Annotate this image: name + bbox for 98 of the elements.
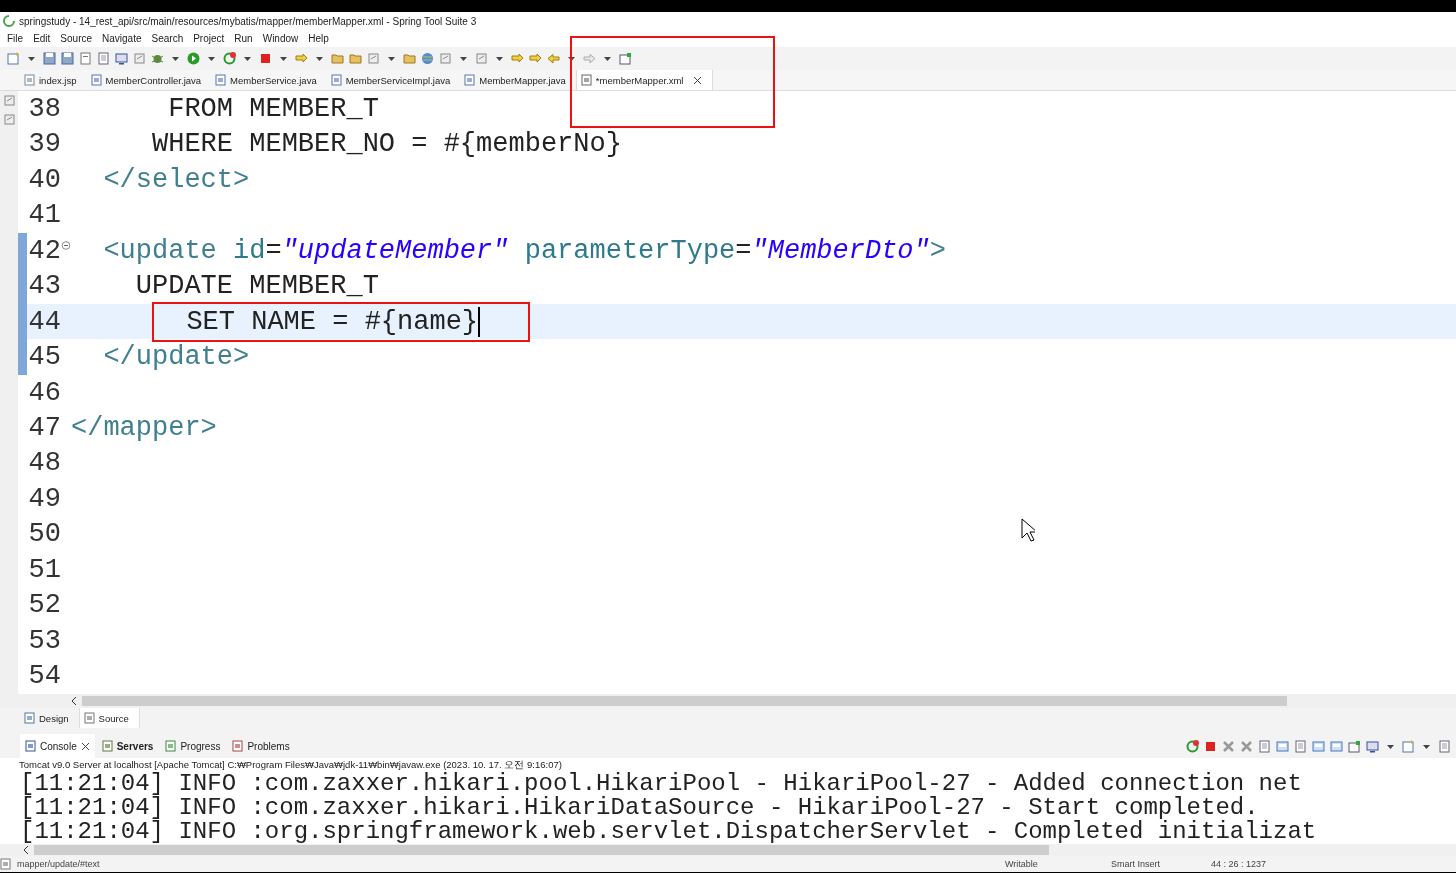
- window-icon[interactable]: [1347, 738, 1362, 754]
- code-line: </update>: [103, 342, 250, 373]
- line-number: 40: [27, 164, 61, 195]
- fold-icon[interactable]: [61, 240, 71, 250]
- line-number: 51: [27, 554, 61, 585]
- code-line: <update id="updateMember" parameterType="MemberDto">: [103, 235, 946, 266]
- remove-icon[interactable]: [1239, 738, 1254, 754]
- editor-tab[interactable]: index.jsp: [20, 70, 87, 90]
- line-number: 38: [27, 93, 61, 124]
- editor-tab[interactable]: *memberMapper.xml: [575, 70, 714, 90]
- editor-tab[interactable]: MemberController.java: [86, 70, 212, 90]
- line-number: 41: [27, 200, 61, 231]
- code-line: </select>: [103, 164, 250, 195]
- app-logo-icon: [3, 15, 15, 27]
- line-number: 48: [27, 448, 61, 479]
- refresh-icon[interactable]: [1185, 738, 1200, 754]
- scrollbar-thumb[interactable]: [34, 845, 1049, 855]
- menu-item[interactable]: Run: [229, 33, 258, 44]
- file-icon: [83, 712, 95, 724]
- folder-icon[interactable]: [348, 51, 363, 66]
- line-number: 52: [27, 590, 61, 621]
- panel-tab[interactable]: Problems: [227, 734, 295, 758]
- line-number: 42: [27, 235, 61, 266]
- console-line: [11:21:04] INFO :com.zaxxer.hikari.HikariDataSource - HikariPool-27 - Start completed.: [20, 796, 1259, 820]
- panel-icon[interactable]: [1311, 738, 1326, 754]
- document-icon[interactable]: [1293, 738, 1308, 754]
- code-line: SET NAME = #{name}: [186, 306, 479, 337]
- editor-tab[interactable]: MemberService.java: [211, 70, 327, 90]
- status-path: mapper/update/#text: [16, 859, 101, 869]
- close-icon[interactable]: [693, 75, 703, 85]
- document-icon[interactable]: [96, 51, 111, 66]
- file-icon: [580, 74, 592, 86]
- scrollbar-thumb[interactable]: [82, 696, 1287, 706]
- run-icon[interactable]: [186, 51, 201, 66]
- status-position: 44 : 26 : 1237: [1210, 859, 1268, 869]
- editor-tab[interactable]: MemberMapper.java: [460, 70, 576, 90]
- status-insert: Smart Insert: [1110, 859, 1161, 869]
- panel-icon[interactable]: [1329, 738, 1344, 754]
- line-number: 39: [27, 129, 61, 160]
- panel-tab[interactable]: Servers: [96, 734, 159, 758]
- refresh-icon[interactable]: [222, 51, 237, 66]
- monitor-icon[interactable]: [114, 51, 129, 66]
- status-mode: Writable: [1004, 859, 1039, 869]
- console-line: [11:21:04] INFO :org.springframework.web.servlet.DispatcherServlet - Completed initializat: [20, 820, 1318, 844]
- code-line: WHERE MEMBER_NO = #{memberNo}: [152, 129, 622, 160]
- console-header: Tomcat v9.0 Server at localhost [Apache Tomcat] C:₩Program Files₩Java₩jdk-11₩bin₩javaw.exe (2023. 10. 17. 오전 9:16:07): [18, 758, 563, 772]
- line-number: 50: [27, 519, 61, 550]
- menu-item[interactable]: Navigate: [97, 33, 147, 44]
- line-number: 43: [27, 271, 61, 302]
- panel-tab[interactable]: Progress: [160, 734, 226, 758]
- file-icon: [25, 740, 36, 752]
- document-icon[interactable]: [1257, 738, 1272, 754]
- document-icon[interactable]: [78, 51, 93, 66]
- scroll-left-icon[interactable]: [22, 845, 30, 855]
- save-icon[interactable]: [42, 51, 57, 66]
- file-icon: [215, 74, 227, 86]
- code-line: FROM MEMBER_T: [168, 93, 379, 124]
- editor-tab[interactable]: MemberServiceImpl.java: [326, 70, 461, 90]
- console-line: [11:21:04] INFO :com.zaxxer.hikari.pool.HikariPool - HikariPool-27 - Added connection net: [20, 772, 1303, 796]
- file-icon: [330, 74, 342, 86]
- file-icon: [232, 740, 244, 752]
- view-tab[interactable]: Design: [20, 708, 79, 728]
- stop-icon[interactable]: [258, 51, 273, 66]
- save-icon[interactable]: [60, 51, 75, 66]
- file-icon: [90, 74, 102, 86]
- close-icon[interactable]: [80, 741, 90, 751]
- line-number: 54: [27, 661, 61, 692]
- line-number: 53: [27, 625, 61, 656]
- line-number: 46: [27, 377, 61, 408]
- file-icon: [24, 74, 35, 86]
- line-number: 44: [27, 306, 61, 337]
- menu-item[interactable]: Edit: [28, 33, 56, 44]
- file-icon: [101, 740, 113, 752]
- file-icon: [464, 74, 476, 86]
- mouse-pointer-icon: [1021, 518, 1035, 542]
- menu-item[interactable]: Search: [146, 33, 189, 44]
- remove-icon[interactable]: [1221, 738, 1236, 754]
- window-title: springstudy - 14_rest_api/src/main/resources/mybatis/mapper/memberMapper.xml - Spring Tool Suite 3: [19, 15, 477, 27]
- code-line: UPDATE MEMBER_T: [135, 271, 379, 302]
- menu-item[interactable]: Project: [188, 33, 230, 44]
- line-number: 45: [27, 342, 61, 373]
- menu-item[interactable]: Source: [55, 33, 98, 44]
- monitor-icon[interactable]: [1365, 738, 1380, 754]
- menu-item[interactable]: File: [2, 33, 29, 44]
- view-tab[interactable]: Source: [78, 708, 140, 728]
- line-number: 49: [27, 483, 61, 514]
- scroll-left-icon[interactable]: [70, 696, 78, 706]
- menu-item[interactable]: Window: [257, 33, 304, 44]
- panel-icon[interactable]: [1275, 738, 1290, 754]
- panel-tab[interactable]: Console: [20, 734, 95, 758]
- line-number: 47: [27, 413, 61, 443]
- globe-icon[interactable]: [420, 51, 435, 66]
- file-icon: [24, 712, 35, 724]
- menu-item[interactable]: Help: [303, 33, 334, 44]
- text-cursor: [478, 306, 481, 337]
- back-arrow-icon[interactable]: [546, 51, 561, 66]
- code-line: </mapper>: [71, 413, 217, 443]
- file-icon: [165, 740, 177, 752]
